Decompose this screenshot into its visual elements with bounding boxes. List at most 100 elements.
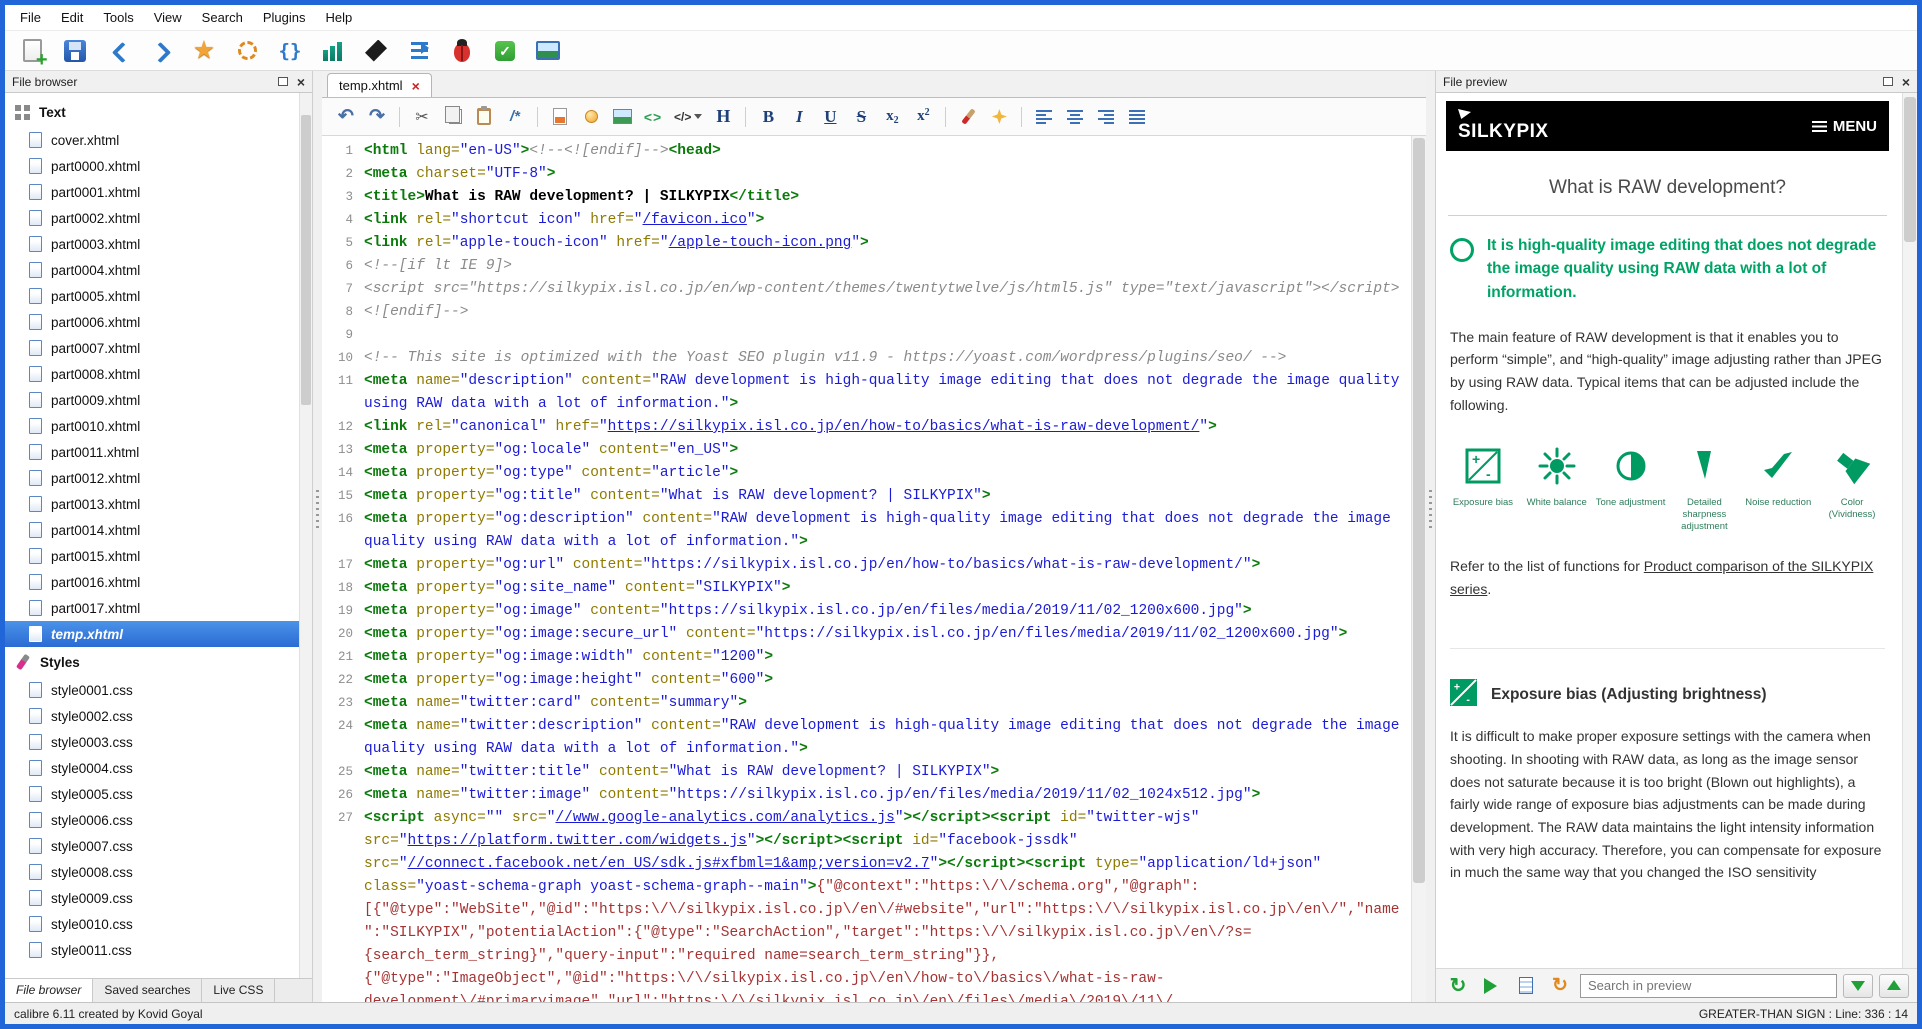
file-item[interactable]: style0011.css bbox=[5, 937, 312, 963]
tree-section-styles[interactable]: Styles bbox=[5, 647, 312, 677]
code-line[interactable]: 12 <link rel="canonical" href="https://si… bbox=[322, 416, 1411, 439]
braces-button[interactable] bbox=[275, 36, 305, 66]
file-item[interactable]: style0003.css bbox=[5, 729, 312, 755]
htmlfile-button[interactable] bbox=[548, 103, 572, 131]
align-right-button[interactable] bbox=[1094, 103, 1118, 131]
italic-button[interactable] bbox=[787, 103, 811, 131]
file-item[interactable]: part0005.xhtml bbox=[5, 283, 312, 309]
file-item[interactable]: style0007.css bbox=[5, 833, 312, 859]
code-line[interactable]: 27 <script async="" src="//www.google-ana… bbox=[322, 807, 1411, 1002]
file-item[interactable]: part0010.xhtml bbox=[5, 413, 312, 439]
back-button[interactable] bbox=[103, 36, 133, 66]
code-line[interactable]: 1 <html lang="en-US"><!--<![endif]--><hea… bbox=[322, 140, 1411, 163]
bold-button[interactable] bbox=[756, 103, 780, 131]
editor-scrollbar[interactable] bbox=[1411, 136, 1426, 1002]
arrange-button[interactable] bbox=[404, 36, 434, 66]
tree-section-text[interactable]: Text bbox=[5, 98, 312, 127]
code-editor[interactable]: 1 <html lang="en-US"><!--<![endif]--><hea… bbox=[322, 136, 1411, 1002]
file-item[interactable]: part0012.xhtml bbox=[5, 465, 312, 491]
file-item[interactable]: part0009.xhtml bbox=[5, 387, 312, 413]
cut-button[interactable] bbox=[410, 103, 434, 131]
close-tab-icon[interactable]: × bbox=[412, 79, 420, 93]
panel-tab-saved-searches[interactable]: Saved searches bbox=[93, 979, 203, 1002]
file-item[interactable]: part0003.xhtml bbox=[5, 231, 312, 257]
scrollbar-thumb[interactable] bbox=[1413, 138, 1425, 883]
image2-button[interactable] bbox=[610, 103, 634, 131]
find-next-button[interactable] bbox=[1843, 973, 1873, 998]
spell-check-button[interactable] bbox=[490, 36, 520, 66]
file-item[interactable]: style0010.css bbox=[5, 911, 312, 937]
bulb-button[interactable] bbox=[579, 103, 603, 131]
sub-button[interactable] bbox=[880, 103, 904, 131]
code-line[interactable]: 3 <title>What is RAW development? | SILKY… bbox=[322, 186, 1411, 209]
columns-button[interactable] bbox=[318, 36, 348, 66]
code-line[interactable]: 21 <meta property="og:image:width" conten… bbox=[322, 646, 1411, 669]
code-line[interactable]: 20 <meta property="og:image:secure_url" c… bbox=[322, 623, 1411, 646]
file-item[interactable]: part0013.xhtml bbox=[5, 491, 312, 517]
file-item[interactable]: style0006.css bbox=[5, 807, 312, 833]
open-in-browser-button[interactable] bbox=[1512, 973, 1540, 999]
sync-button[interactable] bbox=[232, 36, 262, 66]
code-line[interactable]: 18 <meta property="og:site_name" content=… bbox=[322, 577, 1411, 600]
splitter-handle-left[interactable] bbox=[313, 71, 322, 1002]
code-line[interactable]: 22 <meta property="og:image:height" conte… bbox=[322, 669, 1411, 692]
undock-panel-icon[interactable] bbox=[277, 77, 288, 86]
file-item[interactable]: style0004.css bbox=[5, 755, 312, 781]
code-line[interactable]: 9 bbox=[322, 324, 1411, 347]
reload-button[interactable] bbox=[1546, 973, 1574, 999]
file-item[interactable]: part0008.xhtml bbox=[5, 361, 312, 387]
insert-image-button[interactable] bbox=[533, 36, 563, 66]
file-item[interactable]: part0015.xhtml bbox=[5, 543, 312, 569]
file-item[interactable]: part0014.xhtml bbox=[5, 517, 312, 543]
align-left-button[interactable] bbox=[1032, 103, 1056, 131]
bgcolor-button[interactable] bbox=[987, 103, 1011, 131]
file-item[interactable]: cover.xhtml bbox=[5, 127, 312, 153]
align-center-button[interactable] bbox=[1063, 103, 1087, 131]
file-item[interactable]: temp.xhtml bbox=[5, 621, 312, 647]
menu-edit[interactable]: Edit bbox=[52, 7, 92, 28]
code-line[interactable]: 7 <script src="https://silkypix.isl.co.jp… bbox=[322, 278, 1411, 301]
file-item[interactable]: part0002.xhtml bbox=[5, 205, 312, 231]
redo-button[interactable] bbox=[365, 103, 389, 131]
codeblock-button[interactable] bbox=[672, 103, 704, 131]
code-line[interactable]: 23 <meta name="twitter:card" content="sum… bbox=[322, 692, 1411, 715]
site-menu-button[interactable]: MENU bbox=[1811, 118, 1877, 135]
search-in-preview-input[interactable] bbox=[1580, 973, 1837, 998]
file-item[interactable]: part0000.xhtml bbox=[5, 153, 312, 179]
undock-panel-icon[interactable] bbox=[1882, 77, 1893, 86]
check-book-button[interactable] bbox=[447, 36, 477, 66]
menu-file[interactable]: File bbox=[11, 7, 50, 28]
refresh-preview-button[interactable] bbox=[1444, 973, 1472, 999]
code-line[interactable]: 4 <link rel="shortcut icon" href="/favico… bbox=[322, 209, 1411, 232]
copy-button[interactable] bbox=[441, 103, 465, 131]
file-item[interactable]: part0006.xhtml bbox=[5, 309, 312, 335]
code-line[interactable]: 15 <meta property="og:title" content="Wha… bbox=[322, 485, 1411, 508]
file-item[interactable]: part0001.xhtml bbox=[5, 179, 312, 205]
code-line[interactable]: 19 <meta property="og:image" content="htt… bbox=[322, 600, 1411, 623]
code-line[interactable]: 8 <![endif]--> bbox=[322, 301, 1411, 324]
undo-button[interactable] bbox=[334, 103, 358, 131]
paste-button[interactable] bbox=[472, 103, 496, 131]
comment-button[interactable] bbox=[503, 103, 527, 131]
file-item[interactable]: part0007.xhtml bbox=[5, 335, 312, 361]
bookmark-button[interactable] bbox=[189, 36, 219, 66]
scrollbar-thumb[interactable] bbox=[301, 115, 311, 405]
code-line[interactable]: 17 <meta property="og:url" content="https… bbox=[322, 554, 1411, 577]
code-line[interactable]: 6 <!--[if lt IE 9]> bbox=[322, 255, 1411, 278]
underline-button[interactable] bbox=[818, 103, 842, 131]
code-line[interactable]: 11 <meta name="description" content="RAW … bbox=[322, 370, 1411, 416]
file-item[interactable]: style0001.css bbox=[5, 677, 312, 703]
strike-button[interactable] bbox=[849, 103, 873, 131]
menu-view[interactable]: View bbox=[145, 7, 191, 28]
file-item[interactable]: part0017.xhtml bbox=[5, 595, 312, 621]
tab-temp-xhtml[interactable]: temp.xhtml × bbox=[327, 73, 432, 97]
panel-tab-live-css[interactable]: Live CSS bbox=[202, 979, 276, 1002]
close-panel-icon[interactable]: × bbox=[1902, 75, 1910, 89]
file-item[interactable]: style0005.css bbox=[5, 781, 312, 807]
align-justify-button[interactable] bbox=[1125, 103, 1149, 131]
code-line[interactable]: 26 <meta name="twitter:image" content="ht… bbox=[322, 784, 1411, 807]
trowel-button[interactable] bbox=[361, 36, 391, 66]
file-item[interactable]: style0009.css bbox=[5, 885, 312, 911]
menu-help[interactable]: Help bbox=[317, 7, 362, 28]
splitter-handle-right[interactable] bbox=[1426, 71, 1435, 1002]
